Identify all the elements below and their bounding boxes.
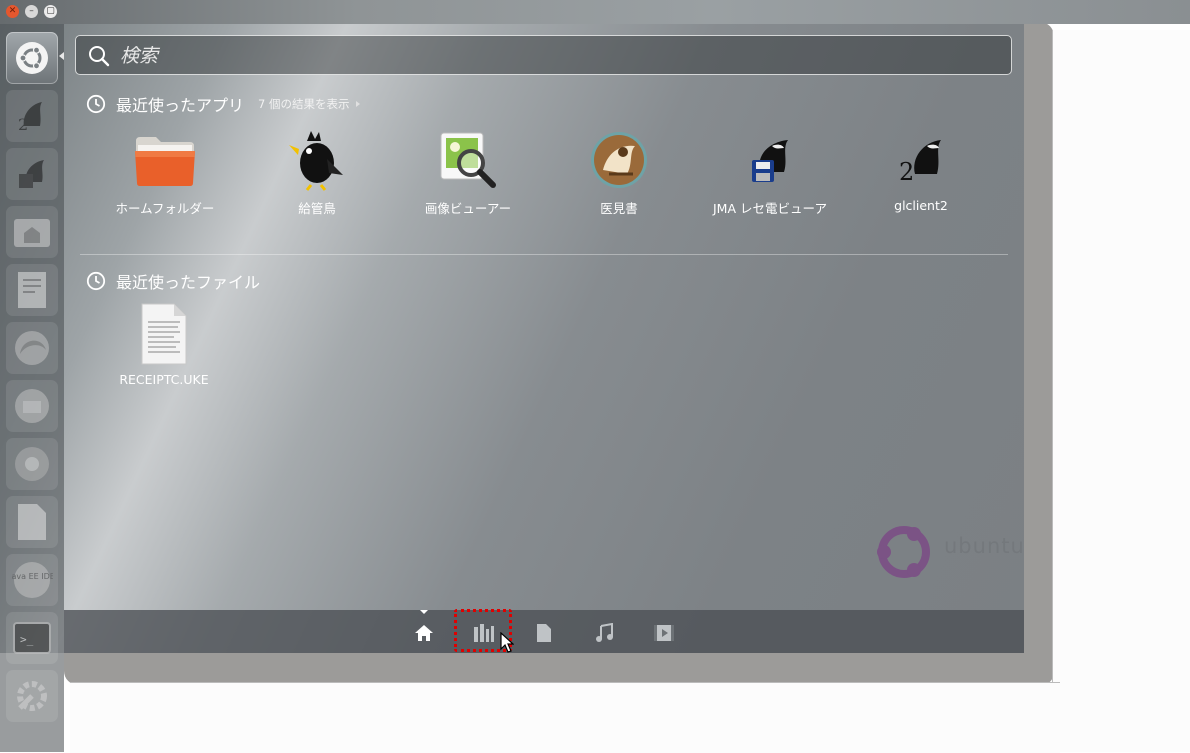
medical-doc-icon	[591, 132, 647, 188]
window-frame-bottom	[64, 653, 1054, 685]
search-input[interactable]	[118, 42, 982, 70]
lens-files[interactable]	[533, 622, 555, 644]
launcher-terminal-label: >_	[20, 633, 34, 646]
app-image-viewer[interactable]: 画像ビューアー	[393, 128, 543, 217]
ubuntu-logo-icon	[16, 42, 48, 74]
ubuntu-watermark-text: ubuntu	[944, 534, 1025, 558]
app-jma-rece-viewer[interactable]: JMA レセ電ビューア	[695, 128, 845, 217]
launcher-text-editor[interactable]	[6, 264, 58, 316]
recent-files-title: 最近使ったファイル	[116, 273, 261, 292]
firefox-icon	[15, 331, 49, 365]
bird-icon	[289, 131, 343, 191]
text-file-icon	[141, 303, 187, 365]
top-panel	[0, 0, 1190, 24]
clock-icon	[86, 271, 106, 291]
app-label: 給管鳥	[298, 201, 336, 216]
orca-2-icon: 2	[899, 140, 941, 186]
app-badge-2: 2	[899, 158, 914, 186]
section-divider	[80, 254, 1008, 255]
file-icon	[537, 624, 551, 642]
app-home-folder[interactable]: ホームフォルダー	[90, 128, 240, 217]
app-glclient2[interactable]: 2 glclient2	[846, 128, 996, 213]
mouse-cursor-icon	[500, 632, 514, 653]
close-icon: ✕	[8, 6, 17, 16]
launcher-java-label: Java EE IDE	[11, 572, 53, 581]
close-button[interactable]: ✕	[6, 5, 19, 18]
image-viewer-icon	[440, 132, 496, 188]
maximize-button[interactable]: ▢	[44, 5, 57, 18]
window-controls: ✕ – ▢	[6, 5, 57, 18]
minimize-icon: –	[29, 6, 34, 16]
background-window	[1052, 30, 1190, 752]
launcher-terminal[interactable]: >_	[6, 612, 58, 664]
app-label: 画像ビューアー	[424, 201, 512, 216]
app-kyukancho[interactable]: 給管鳥	[242, 128, 392, 217]
lens-home[interactable]	[413, 622, 435, 644]
chromium-icon	[15, 447, 49, 481]
lens-video[interactable]	[653, 622, 675, 644]
launcher-badge-2: 2	[18, 115, 28, 134]
orca-2-icon: 2	[18, 102, 42, 134]
home-icon	[415, 625, 433, 641]
video-icon	[654, 625, 674, 641]
launcher-thunderbird[interactable]	[6, 380, 58, 432]
libreoffice-icon	[18, 504, 46, 540]
launcher-home-folder[interactable]	[6, 206, 58, 258]
launcher-firefox[interactable]	[6, 322, 58, 374]
launcher-glclient2[interactable]: 2	[6, 90, 58, 142]
thunderbird-icon	[15, 389, 49, 423]
app-label: glclient2	[894, 198, 948, 213]
folder-icon	[135, 137, 195, 186]
expand-arrow-icon[interactable]	[355, 101, 360, 107]
search-box[interactable]	[75, 35, 1012, 75]
lens-music[interactable]	[593, 622, 615, 644]
window-frame-right	[1024, 22, 1054, 686]
app-label: ホームフォルダー	[115, 201, 215, 216]
launcher-java-ee-ide[interactable]: Java EE IDE	[6, 554, 58, 606]
file-label: RECEIPTC.UKE	[119, 372, 209, 387]
background-window-bottom	[70, 682, 1060, 753]
recent-apps-header: 最近使ったアプリ 7 個の結果を表示	[86, 92, 360, 116]
terminal-icon: >_	[13, 622, 51, 654]
recent-apps-title: 最近使ったアプリ	[116, 96, 245, 115]
recent-files-header: 最近使ったファイル	[86, 269, 260, 293]
file-receiptc-uke[interactable]: RECEIPTC.UKE	[104, 302, 224, 387]
search-icon	[89, 46, 110, 67]
launcher-jma-viewer[interactable]	[6, 148, 58, 200]
active-lens-indicator	[420, 610, 428, 614]
app-label: JMA レセ電ビューア	[713, 201, 827, 216]
settings-icon	[17, 681, 47, 711]
music-icon	[596, 623, 613, 642]
app-ikensho[interactable]: 医見書	[544, 128, 694, 217]
app-label: 医見書	[600, 201, 638, 216]
orca-disk-icon	[19, 160, 44, 188]
show-more-results-link[interactable]: 7 個の結果を表示	[258, 96, 349, 112]
launcher: 2 Java EE IDE >_	[0, 24, 64, 752]
launcher-system-settings[interactable]	[6, 670, 58, 722]
launcher-dash-home[interactable]	[6, 32, 58, 84]
java-ee-ide-icon: Java EE IDE	[11, 562, 53, 598]
minimize-button[interactable]: –	[25, 5, 38, 18]
text-editor-icon	[18, 272, 46, 308]
launcher-libreoffice[interactable]	[6, 496, 58, 548]
maximize-icon: ▢	[46, 6, 55, 16]
orca-disk-icon	[752, 140, 788, 182]
ubuntu-watermark-icon	[877, 526, 930, 578]
folder-icon	[14, 219, 50, 247]
launcher-active-arrow	[59, 52, 64, 60]
launcher-chromium[interactable]	[6, 438, 58, 490]
clock-icon	[86, 94, 106, 114]
